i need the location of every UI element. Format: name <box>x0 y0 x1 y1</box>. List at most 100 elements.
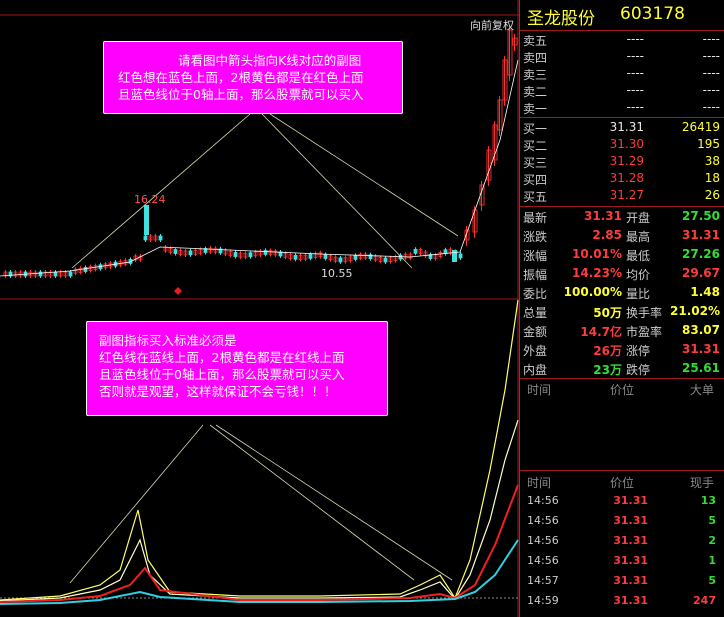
ask-volume: ---- <box>702 66 720 80</box>
stat-key: 换手率 <box>626 306 663 320</box>
ask-price: ---- <box>626 49 644 63</box>
tick-header: 时间 价位 现手 <box>520 473 724 490</box>
tick-time: 14:56 <box>527 494 559 507</box>
ask-row[interactable]: 卖二 ---- ---- <box>520 82 724 99</box>
ask-row[interactable]: 卖三 ---- ---- <box>520 65 724 82</box>
tick-price: 31.31 <box>613 514 648 527</box>
tick-price: 31.31 <box>613 534 648 547</box>
ask-label: 卖一 <box>523 102 548 116</box>
tick-row[interactable]: 14:56 31.31 13 <box>520 492 724 509</box>
ask-label: 卖四 <box>523 51 548 65</box>
callout-top-line: 红色想在蓝色上面，2根黄色都是在红色上面 <box>118 70 364 85</box>
tick-row[interactable]: 14:56 31.31 2 <box>520 532 724 549</box>
big-header-time: 时间 <box>527 383 552 397</box>
ask-volume: ---- <box>702 49 720 63</box>
bid-row[interactable]: 买五 31.27 26 <box>520 187 724 204</box>
tick-row[interactable]: 14:59 31.31 247 <box>520 592 724 609</box>
stat-row: 外盘 26万 涨停 31.31 <box>520 341 724 358</box>
bid-volume: 26 <box>704 188 720 202</box>
bid-row[interactable]: 买一 31.31 26419 <box>520 119 724 136</box>
callout-bottom-line: 且蓝色线位于0轴上面，那么股票就可以买入 <box>99 367 345 382</box>
ask-volume: ---- <box>702 83 720 97</box>
mode-label[interactable]: 向前复权 <box>470 17 514 33</box>
bid-row[interactable]: 买二 31.30 195 <box>520 136 724 153</box>
ask-price: ---- <box>626 83 644 97</box>
stat-key: 委比 <box>523 287 548 301</box>
stock-code: 603178 <box>620 4 685 24</box>
stat-row: 振幅 14.23% 均价 29.67 <box>520 265 724 282</box>
tick-time: 14:56 <box>527 554 559 567</box>
stat-key: 开盘 <box>626 211 651 225</box>
stat-row: 涨幅 10.01% 最低 27.26 <box>520 246 724 263</box>
stat-row: 涨跌 2.85 最高 31.31 <box>520 227 724 244</box>
stock-name: 圣龙股份 <box>527 9 595 29</box>
chart-area[interactable]: 向前复权 16.24 10.55 请看图中箭头指向K线对应的副图 红色想在蓝色上… <box>0 0 519 617</box>
big-order-header: 时间 价位 大单 <box>520 380 724 397</box>
diamond-marker <box>174 287 182 295</box>
bid-row[interactable]: 买三 31.29 38 <box>520 153 724 170</box>
low-price-label: 10.55 <box>321 267 353 280</box>
ask-price: ---- <box>626 100 644 114</box>
stat-value: 1.48 <box>690 285 720 299</box>
callout-bottom-line: 副图指标买入标准必须是 <box>99 333 237 348</box>
callout-arrows-bottom <box>69 424 453 584</box>
callout-top-line: 请看图中箭头指向K线对应的副图 <box>178 53 362 68</box>
stat-value: 50万 <box>593 306 622 320</box>
tick-time: 14:56 <box>527 534 559 547</box>
stat-key: 总量 <box>523 306 548 320</box>
stat-key: 均价 <box>626 268 651 282</box>
tick-volume: 5 <box>708 514 716 527</box>
stat-value: 27.26 <box>682 247 720 261</box>
stat-row: 最新 31.31 开盘 27.50 <box>520 208 724 225</box>
tick-row[interactable]: 14:57 31.31 5 <box>520 572 724 589</box>
big-header-price: 价位 <box>610 383 635 397</box>
stat-value: 23万 <box>593 363 622 377</box>
bid-row[interactable]: 买四 31.28 18 <box>520 170 724 187</box>
tick-price: 31.31 <box>613 554 648 567</box>
stat-value: 100.00% <box>563 285 622 299</box>
stat-row: 内盘 23万 跌停 25.61 <box>520 360 724 377</box>
tick-volume: 13 <box>700 494 716 507</box>
indicator-red <box>0 484 519 603</box>
stat-key: 市盈率 <box>626 325 663 339</box>
callout-top: 请看图中箭头指向K线对应的副图 红色想在蓝色上面，2根黄色都是在红色上面 且蓝色… <box>103 41 403 114</box>
ask-row[interactable]: 卖五 ---- ---- <box>520 31 724 48</box>
stat-value: 26万 <box>593 344 622 358</box>
stat-value: 14.7亿 <box>580 325 622 339</box>
ask-row[interactable]: 卖一 ---- ---- <box>520 99 724 116</box>
tick-time: 14:56 <box>527 514 559 527</box>
ask-label: 卖二 <box>523 85 548 99</box>
tick-header-price: 价位 <box>610 476 635 490</box>
bid-volume: 18 <box>704 171 720 185</box>
stat-key: 涨停 <box>626 344 651 358</box>
stat-value: 10.01% <box>572 247 622 261</box>
bid-price: 31.30 <box>609 137 644 151</box>
tick-volume: 2 <box>708 534 716 547</box>
stat-key: 量比 <box>626 287 651 301</box>
stat-key: 最高 <box>626 230 651 244</box>
bid-price: 31.27 <box>609 188 644 202</box>
callout-bottom-line: 红色线在蓝线上面，2根黄色都是在红线上面 <box>99 350 345 365</box>
tick-header-vol: 现手 <box>690 476 715 490</box>
stat-value: 21.02% <box>670 304 720 318</box>
peak-price-label: 16.24 <box>134 193 166 206</box>
stat-row: 金额 14.7亿 市盈率 83.07 <box>520 322 724 339</box>
tick-row[interactable]: 14:56 31.31 5 <box>520 512 724 529</box>
stat-key: 最低 <box>626 249 651 263</box>
big-header-big: 大单 <box>690 383 715 397</box>
stock-header: 圣龙股份 603178 <box>520 0 724 30</box>
ask-row[interactable]: 卖四 ---- ---- <box>520 48 724 65</box>
bid-price: 31.31 <box>609 120 644 134</box>
tick-row[interactable]: 14:56 31.31 1 <box>520 552 724 569</box>
tick-volume: 1 <box>708 554 716 567</box>
callout-bottom: 副图指标买入标准必须是 红色线在蓝线上面，2根黄色都是在红线上面 且蓝色线位于0… <box>86 321 388 416</box>
ask-volume: ---- <box>702 32 720 46</box>
stat-row: 委比 100.00% 量比 1.48 <box>520 284 724 301</box>
bid-label: 买二 <box>523 139 548 153</box>
stat-value: 2.85 <box>592 228 622 242</box>
stat-value: 83.07 <box>682 323 720 337</box>
tick-volume: 247 <box>693 594 716 607</box>
stat-key: 振幅 <box>523 268 548 282</box>
stat-key: 最新 <box>523 211 548 225</box>
bid-price: 31.29 <box>609 154 644 168</box>
